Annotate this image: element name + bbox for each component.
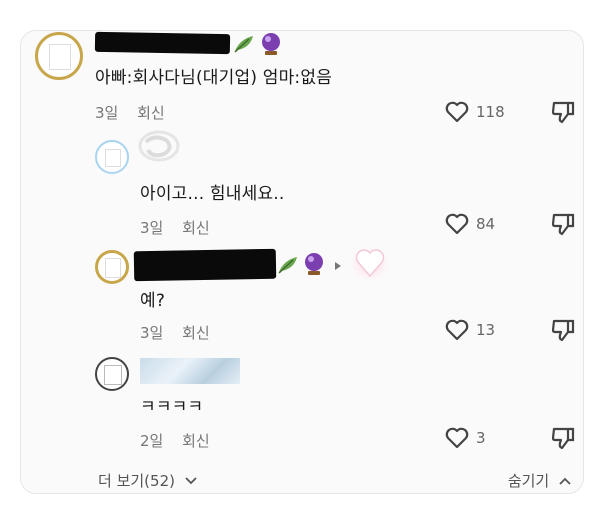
heart-outline-icon [445, 319, 469, 341]
dislike-button[interactable] [550, 317, 576, 347]
comment-time: 3일 [140, 324, 164, 342]
username-image [140, 358, 240, 384]
comment-meta: 3일 회신 [95, 102, 179, 123]
redacted-username [133, 248, 277, 282]
thumbs-down-icon [551, 101, 575, 124]
heart-outline-icon [445, 101, 469, 123]
heart-outline-icon [445, 213, 469, 235]
dislike-button[interactable] [550, 211, 576, 241]
like-count: 3 [476, 429, 486, 447]
reply-button[interactable]: 회신 [137, 104, 165, 122]
redacted-username [94, 31, 231, 55]
like-count: 84 [476, 215, 496, 233]
avatar[interactable] [35, 32, 83, 80]
comment-time: 3일 [140, 219, 164, 237]
comment-meta: 2일 회신 [140, 430, 224, 451]
avatar[interactable] [95, 250, 129, 284]
reply-button[interactable]: 회신 [182, 324, 210, 342]
comment-text: 아이고... 힘내세요.. [140, 184, 285, 204]
thumbs-down-icon [551, 213, 575, 236]
crystal-ball-icon [303, 252, 325, 280]
like-button[interactable]: 3 [444, 426, 486, 450]
view-more-replies-button[interactable]: 더 보기(52) [98, 470, 198, 491]
comment-time: 3일 [95, 104, 119, 122]
play-arrow-icon [333, 258, 343, 276]
dislike-button[interactable] [550, 99, 576, 129]
scribble-username [136, 128, 182, 168]
chevron-up-icon [559, 477, 571, 485]
heart-outline-icon [445, 427, 469, 449]
hide-replies-button[interactable]: 숨기기 [508, 470, 572, 491]
avatar[interactable] [95, 357, 129, 391]
comment-text: ㅋㅋㅋㅋ [140, 397, 204, 417]
view-more-label: 더 보기(52) [98, 472, 175, 490]
comment-text: 아빠:회사다님(대기업) 엄마:없음 [95, 68, 333, 88]
thumbs-down-icon [551, 319, 575, 342]
dislike-button[interactable] [550, 425, 576, 455]
like-count: 13 [476, 321, 496, 339]
like-count: 118 [476, 103, 505, 121]
like-button[interactable]: 84 [444, 212, 495, 236]
leaf-icon [276, 254, 300, 280]
like-button[interactable]: 13 [444, 318, 495, 342]
comment-text: 예? [140, 291, 166, 311]
reply-button[interactable]: 회신 [182, 219, 210, 237]
hide-label: 숨기기 [507, 472, 550, 490]
thumbs-down-icon [551, 427, 575, 450]
avatar[interactable] [95, 140, 129, 174]
like-button[interactable]: 118 [444, 100, 505, 124]
comment-time: 2일 [140, 432, 164, 450]
leaf-icon [232, 33, 256, 59]
heart-icon [345, 238, 395, 288]
crystal-ball-icon [260, 32, 282, 60]
comment-meta: 3일 회신 [140, 322, 224, 343]
reply-button[interactable]: 회신 [182, 432, 210, 450]
comment-meta: 3일 회신 [140, 217, 224, 238]
chevron-down-icon [185, 477, 197, 485]
